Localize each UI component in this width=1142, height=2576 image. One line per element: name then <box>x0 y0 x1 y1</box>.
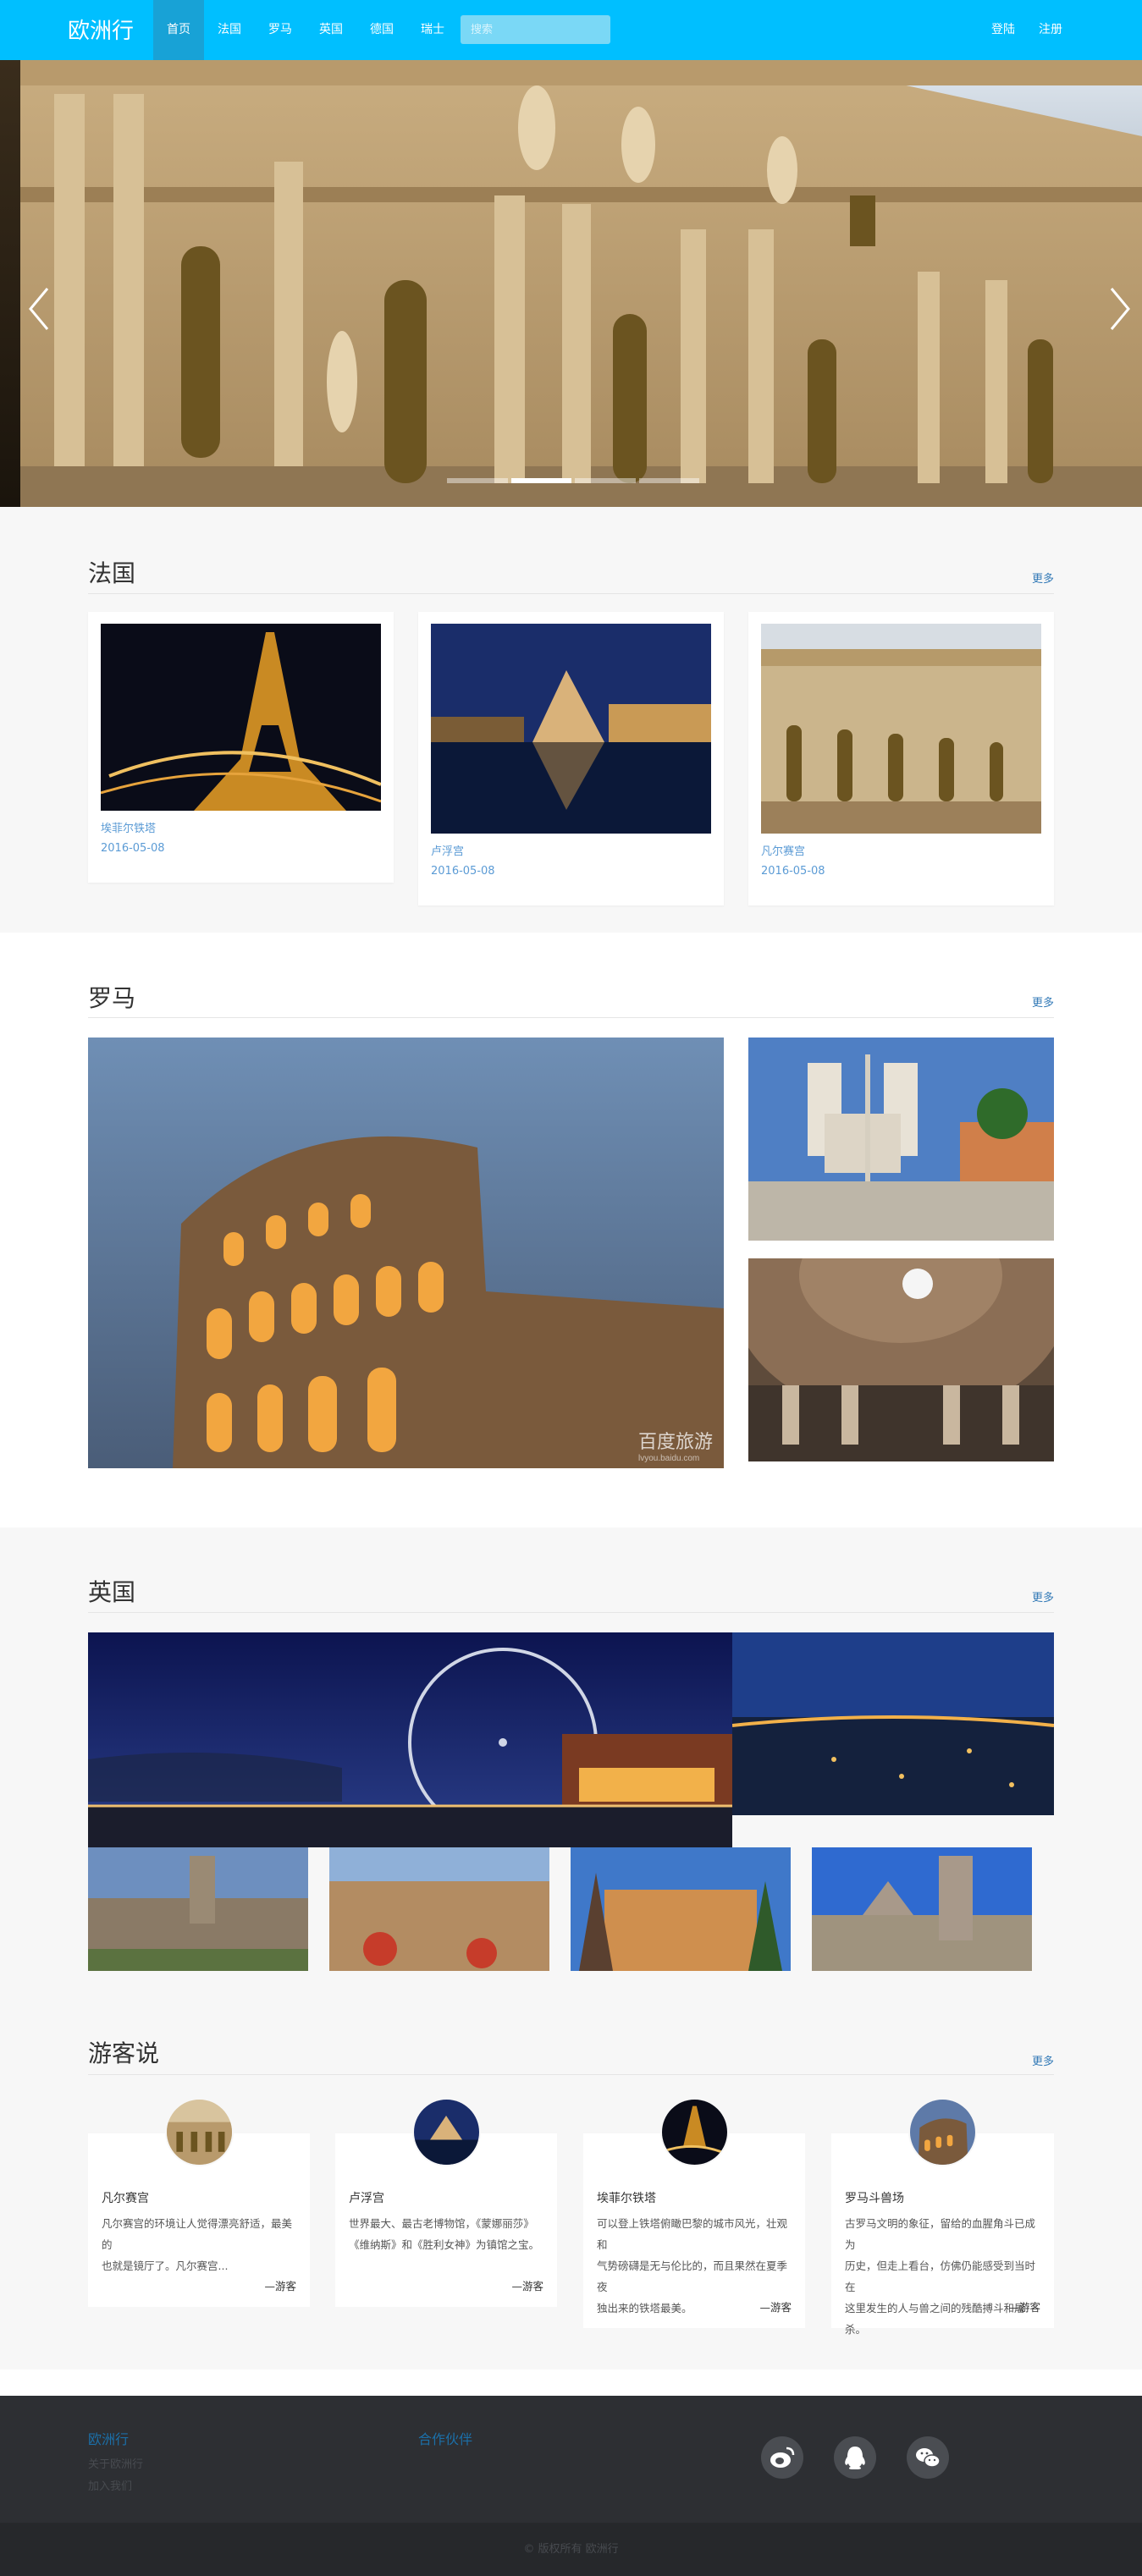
eiffel-tower-photo <box>101 624 381 811</box>
card-date: 2016-05-08 <box>761 865 825 878</box>
louvre-photo <box>431 624 711 834</box>
carousel-slide-image <box>20 60 1142 507</box>
nav-item-france[interactable]: 法国 <box>204 0 255 60</box>
hero-carousel[interactable] <box>0 60 1142 507</box>
section-title: 英国 <box>88 1578 136 1606</box>
carousel-prev-slide-edge <box>0 60 20 507</box>
carousel-indicator[interactable] <box>447 478 508 483</box>
photo-watermark: 百度旅游 <box>638 1431 713 1452</box>
london-night-aerial-photo[interactable] <box>732 1632 1054 1815</box>
footer-link-about[interactable]: 关于欧洲行 <box>88 2455 143 2471</box>
section-france: 法国 更多 埃菲尔铁塔 2016-05-08 卢浮宫 2016-05-08 凡尔… <box>0 507 1142 933</box>
top-navbar: 欧洲行 首页 法国 罗马 英国 德国 瑞士 登陆 注册 <box>0 0 1142 60</box>
more-link[interactable]: 更多 <box>1032 1588 1054 1604</box>
more-link[interactable]: 更多 <box>1032 570 1054 586</box>
register-link[interactable]: 注册 <box>1027 0 1074 60</box>
auth-nav: 登陆 注册 <box>979 0 1074 60</box>
uk-gothic-church-photo[interactable] <box>812 1847 1032 1971</box>
review-avatar-versailles <box>165 2098 234 2166</box>
carousel-indicators <box>447 478 699 483</box>
section-divider <box>88 1017 1054 1018</box>
nav-item-home[interactable]: 首页 <box>153 0 204 60</box>
uk-cathedral-photo[interactable] <box>88 1847 308 1971</box>
pantheon-photo[interactable] <box>748 1258 1054 1461</box>
carousel-next-button[interactable] <box>1105 283 1134 334</box>
wechat-button[interactable] <box>907 2436 949 2479</box>
colosseum-photo[interactable]: 百度旅游 lvyou.baidu.com <box>88 1038 724 1468</box>
france-card-versailles[interactable]: 凡尔赛宫 2016-05-08 <box>748 612 1054 905</box>
review-text: 凡尔赛宫的环境让人觉得漂亮舒适，最美的 也就是镜厅了。凡尔赛宫... <box>102 2217 293 2272</box>
carousel-indicator[interactable] <box>575 478 636 483</box>
uk-university-photo[interactable] <box>571 1847 791 1971</box>
card-caption[interactable]: 卢浮宫 <box>431 842 464 858</box>
carousel-indicator-active[interactable] <box>510 478 571 483</box>
review-signature: —游客 <box>264 2280 296 2293</box>
nav-item-switzerland[interactable]: 瑞士 <box>407 0 458 60</box>
nav-item-germany[interactable]: 德国 <box>356 0 407 60</box>
copyright: © 版权所有 欧洲行 <box>0 2523 1142 2576</box>
card-date: 2016-05-08 <box>101 842 165 855</box>
france-card-eiffel[interactable]: 埃菲尔铁塔 2016-05-08 <box>88 612 394 883</box>
review-place: 卢浮宫 <box>349 2192 384 2205</box>
wechat-icon <box>916 2448 941 2468</box>
spanish-steps-photo[interactable] <box>748 1038 1054 1241</box>
review-place: 凡尔赛宫 <box>102 2192 149 2205</box>
search-input[interactable] <box>461 15 610 44</box>
review-avatar-eiffel <box>660 2098 729 2166</box>
weibo-icon <box>770 2447 795 2468</box>
nav-item-uk[interactable]: 英国 <box>306 0 356 60</box>
weibo-button[interactable] <box>761 2436 803 2479</box>
review-signature: —游客 <box>1008 2301 1040 2314</box>
photo-watermark-url: lvyou.baidu.com <box>638 1454 699 1463</box>
chevron-left-icon <box>29 288 49 330</box>
review-text: 古罗马文明的象征，留给的血腥角斗已成为 历史，但走上看台，仿佛仍能感受到当时在 … <box>845 2217 1036 2336</box>
review-avatar-louvre <box>412 2098 481 2166</box>
footer-link-join[interactable]: 加入我们 <box>88 2477 132 2493</box>
london-eye-photo[interactable] <box>88 1632 732 1847</box>
section-reviews: 游客说 更多 凡尔赛宫 凡尔赛宫的环境让人觉得漂亮舒适，最美的 也就是镜厅了。凡… <box>0 2035 1142 2370</box>
versailles-photo <box>761 624 1041 834</box>
chevron-right-icon <box>1110 288 1130 330</box>
review-text: 世界最大、最古老博物馆，《蒙娜丽莎》 《维纳斯》和《胜利女神》为镇馆之宝。 <box>349 2217 540 2251</box>
section-rome: 罗马 更多 百度旅游 lvyou.baidu.com <box>0 933 1142 1527</box>
france-card-louvre[interactable]: 卢浮宫 2016-05-08 <box>418 612 724 905</box>
nav-item-rome[interactable]: 罗马 <box>255 0 306 60</box>
section-divider <box>88 593 1054 594</box>
review-avatar-colosseum <box>908 2098 977 2166</box>
qq-icon <box>845 2447 865 2469</box>
section-divider <box>88 1612 1054 1613</box>
review-place: 埃菲尔铁塔 <box>597 2192 656 2205</box>
review-signature: —游客 <box>759 2301 792 2314</box>
qq-button[interactable] <box>834 2436 876 2479</box>
footer: 欧洲行 关于欧洲行 加入我们 合作伙伴 <box>0 2396 1142 2523</box>
card-caption[interactable]: 埃菲尔铁塔 <box>101 819 156 835</box>
uk-college-photo[interactable] <box>329 1847 549 1971</box>
section-title: 罗马 <box>88 984 136 1012</box>
main-nav: 首页 法国 罗马 英国 德国 瑞士 <box>153 0 458 60</box>
brand-logo[interactable]: 欧洲行 <box>68 14 134 45</box>
carousel-prev-button[interactable] <box>25 283 54 334</box>
footer-col-title[interactable]: 欧洲行 <box>88 2428 129 2448</box>
section-title: 游客说 <box>88 2039 160 2067</box>
carousel-indicator[interactable] <box>638 478 699 483</box>
card-date: 2016-05-08 <box>431 865 495 878</box>
card-caption[interactable]: 凡尔赛宫 <box>761 842 805 858</box>
review-place: 罗马斗兽场 <box>845 2192 904 2205</box>
section-divider <box>88 2074 1054 2075</box>
section-title: 法国 <box>88 559 136 587</box>
login-link[interactable]: 登陆 <box>979 0 1027 60</box>
review-signature: —游客 <box>511 2280 543 2293</box>
more-link[interactable]: 更多 <box>1032 994 1054 1010</box>
section-uk: 英国 更多 <box>0 1527 1142 2035</box>
more-link[interactable]: 更多 <box>1032 2052 1054 2068</box>
footer-col-title[interactable]: 合作伙伴 <box>418 2428 472 2448</box>
